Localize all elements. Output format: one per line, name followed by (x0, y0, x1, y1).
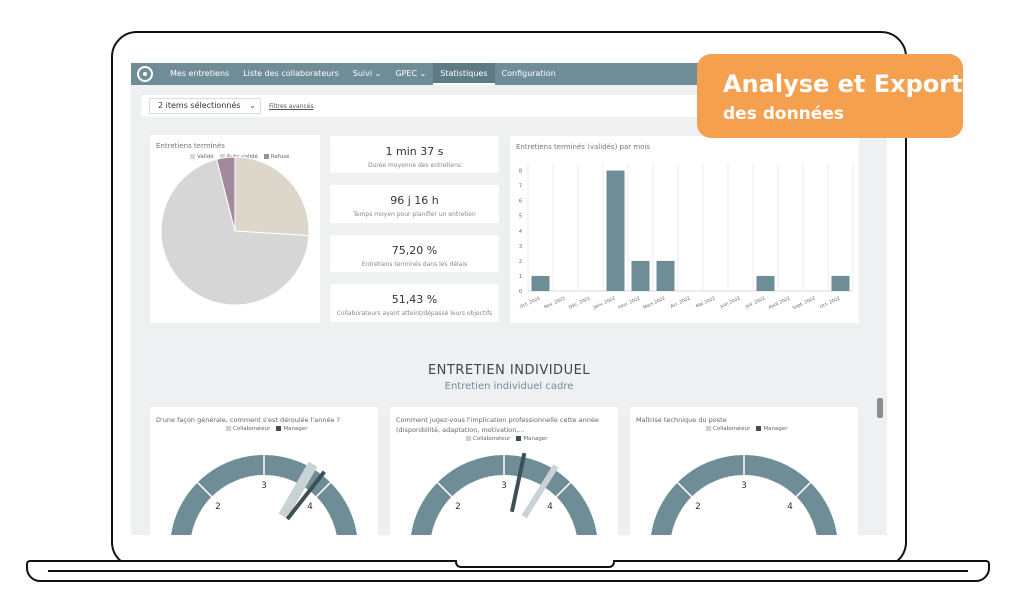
pie-chart (160, 156, 310, 306)
gauge-chart: 2 3 4 (651, 455, 837, 535)
kpi-label: Collaborateurs ayant atteint/dépassé leu… (336, 310, 493, 317)
pie-slice-valid[interactable] (234, 156, 310, 237)
y-tick-label: 7 (519, 184, 522, 190)
scrollbar-thumb[interactable] (877, 398, 883, 418)
question-card: Comment jugez-vous l'implication profess… (390, 407, 618, 535)
chevron-down-icon: ⌄ (249, 101, 256, 110)
gauge-label: 4 (307, 502, 313, 512)
x-tick-label: Mars 2022 (642, 295, 666, 311)
items-select[interactable]: 2 items sélectionnés ⌄ (149, 98, 261, 114)
y-tick-label: 3 (519, 244, 522, 250)
bar[interactable] (656, 260, 675, 291)
kpi-card-delais: 75,20 % Entretiens terminés dans les dél… (330, 235, 499, 272)
nav-liste-collaborateurs[interactable]: Liste des collaborateurs (236, 63, 346, 85)
gauge-label: 3 (741, 481, 747, 491)
gauge-ring (651, 455, 837, 535)
question-card: D'une façon générale, comment s'est déro… (150, 407, 378, 535)
kpi-label: Entretiens terminés dans les délais (361, 261, 468, 268)
bar[interactable] (831, 275, 850, 291)
bar[interactable] (531, 275, 550, 291)
kpi-card-planification: 96 j 16 h Temps moyen pour planifier un … (330, 185, 499, 223)
x-tick-label: Juin 2022 (719, 295, 742, 310)
nav-configuration[interactable]: Configuration (495, 63, 563, 85)
y-tick-label: 6 (519, 199, 522, 205)
nav-gpec[interactable]: GPEC ⌄ (388, 63, 433, 85)
nav-mes-entretiens[interactable]: Mes entretiens (163, 63, 236, 85)
y-tick-label: 0 (519, 289, 522, 295)
x-tick-label: Nov. 2021 (543, 295, 566, 310)
gauge-label: 2 (695, 502, 701, 512)
bar[interactable] (606, 170, 625, 291)
laptop-illustration: Mes entretiens Liste des collaborateurs … (0, 0, 1015, 614)
gauge-chart: 2 3 4 (411, 452, 597, 535)
kpi-label: Temps moyen pour planifier un entretien (353, 211, 476, 218)
x-tick-label: Juil. 2022 (744, 295, 767, 310)
gauge-ring (411, 455, 597, 535)
badge-line2: des données (723, 104, 844, 124)
gauge-label: 2 (455, 502, 461, 512)
pie-card: Entretiens terminés Validé Auto-validé R… (150, 135, 320, 323)
gauge-chart: 2 3 4 (171, 455, 357, 535)
gauge-label: 4 (787, 502, 793, 512)
bar-chart: 0 1 2 3 4 5 6 7 8 Oct. 2021 Nov. 2021 Déc. 2021 Janv… (519, 163, 854, 311)
section-subtitle: Entretien individuel cadre (444, 381, 574, 392)
y-tick-label: 8 (519, 169, 522, 175)
x-tick-label: Mai 2022 (695, 295, 716, 309)
x-tick-label: Oct. 2021 (519, 295, 542, 310)
laptop-base (26, 560, 990, 582)
badge-line1: Analyse et Export (723, 70, 963, 98)
nav-statistiques[interactable]: Statistiques (433, 63, 495, 85)
advanced-filters-link[interactable]: Filtres avancés (269, 103, 314, 110)
app-logo-icon[interactable] (137, 66, 153, 82)
gauge-label: 3 (261, 481, 267, 491)
x-tick-label: Déc. 2021 (568, 294, 592, 310)
bar[interactable] (756, 275, 775, 291)
question-card: Maîtrise technique du poste Collaborateu… (630, 407, 858, 535)
gauge-label: 2 (215, 502, 221, 512)
y-tick-label: 1 (519, 274, 522, 280)
x-tick-label: Janv. 2022 (592, 295, 617, 311)
x-tick-label: Août 2022 (767, 294, 791, 310)
section-title: ENTRETIEN INDIVIDUEL (427, 363, 591, 378)
x-tick-label: Oct. 2022 (819, 295, 842, 310)
kpi-value: 75,20 % (391, 244, 438, 257)
nav-suivi[interactable]: Suivi ⌄ (346, 63, 389, 85)
kpi-value: 51,43 % (391, 293, 438, 306)
kpi-value: 96 j 16 h (390, 194, 439, 207)
items-select-value: 2 items sélectionnés (158, 101, 241, 110)
y-tick-label: 5 (519, 214, 522, 220)
feature-badge: Analyse et Export des données (697, 54, 963, 138)
kpi-label: Durée moyenne des entretiens (367, 162, 462, 169)
gauge-label: 3 (501, 481, 507, 491)
kpi-value: 1 min 37 s (385, 145, 444, 158)
x-tick-label: Févr. 2022 (617, 294, 641, 310)
bar[interactable] (631, 260, 650, 291)
bar-card: Entretiens terminés (validés) par mois 0… (510, 136, 859, 323)
y-tick-label: 2 (519, 259, 522, 265)
y-tick-label: 4 (519, 229, 522, 235)
kpi-card-duree: 1 min 37 s Durée moyenne des entretiens (330, 136, 499, 173)
x-tick-label: Avr. 2022 (670, 295, 692, 309)
kpi-card-objectifs: 51,43 % Collaborateurs ayant atteint/dép… (330, 284, 499, 322)
x-tick-label: Sept. 2022 (792, 295, 817, 311)
gauge-label: 4 (547, 502, 553, 512)
